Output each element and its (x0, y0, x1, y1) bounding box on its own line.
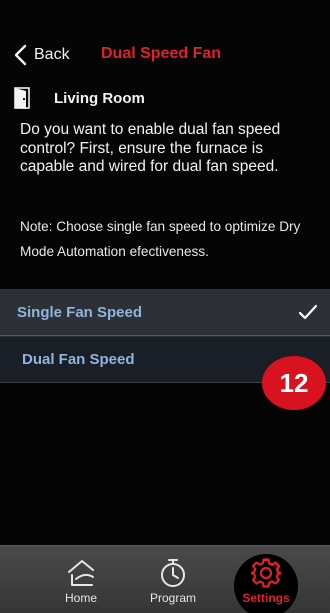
room-row: Living Room (14, 86, 145, 110)
timer-icon (161, 559, 185, 587)
nav-home-label: Home (64, 591, 97, 605)
page-title: Dual Speed Fan (101, 45, 222, 62)
nav-home[interactable]: Home (54, 546, 108, 613)
header: Back Dual Speed Fan (0, 38, 330, 72)
room-name: Living Room (54, 89, 145, 107)
description-text: Do you want to enable dual fan speed con… (20, 121, 281, 175)
option-single-fan-speed[interactable]: Single Fan Speed (0, 289, 330, 336)
back-button[interactable]: Back (12, 42, 70, 68)
back-label: Back (34, 46, 70, 63)
note-text: Note: Choose single fan speed to optimiz… (20, 219, 301, 259)
step-badge: 12 (262, 356, 326, 410)
checkmark-icon (298, 304, 318, 320)
nav-program[interactable]: Program (138, 546, 208, 613)
option-label: Single Fan Speed (17, 303, 143, 321)
dual-speed-fan-screen: Back Dual Speed Fan Living Room Do you w… (0, 0, 330, 613)
nav-settings-label: Settings (242, 591, 290, 605)
option-label: Dual Fan Speed (22, 350, 135, 368)
nav-program-label: Program (149, 591, 196, 605)
nav-settings[interactable]: Settings (234, 546, 298, 613)
door-icon (14, 87, 30, 109)
gear-icon (251, 558, 281, 588)
bottom-nav: Home Program Settings (0, 545, 330, 613)
home-icon (68, 560, 94, 586)
chevron-left-icon (14, 44, 27, 66)
